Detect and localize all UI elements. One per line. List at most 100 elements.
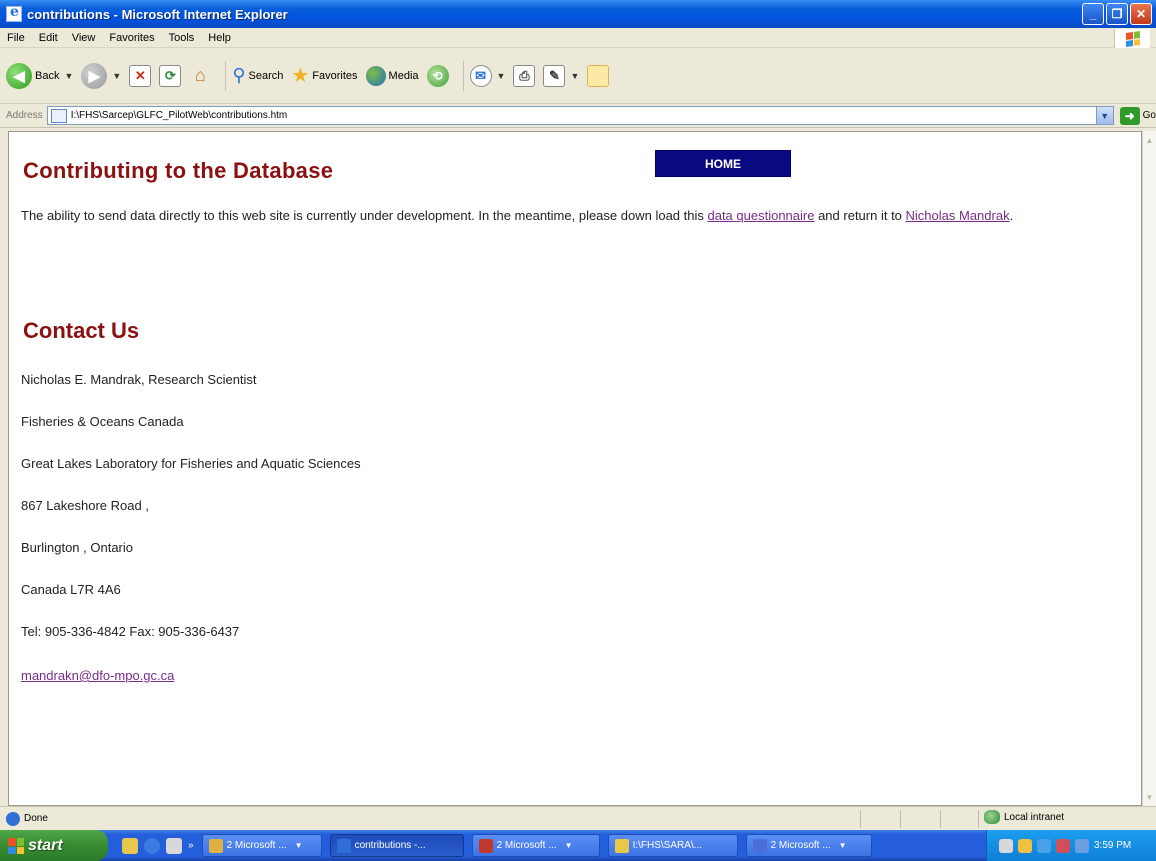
windows-flag-icon (8, 838, 24, 854)
print-icon: ⎙ (513, 64, 536, 87)
menu-favorites[interactable]: Favorites (102, 32, 161, 44)
task-label: 2 Microsoft ... (496, 840, 557, 851)
task-icon (614, 838, 629, 853)
tray-messenger-icon[interactable] (1075, 838, 1089, 853)
contact-line: Tel: 905-336-4842 Fax: 905-336-6437 (21, 624, 240, 639)
menu-bar: File Edit View Favorites Tools Help (0, 28, 1156, 48)
minimize-button[interactable]: _ (1082, 3, 1104, 25)
edit-dropdown-icon[interactable]: ▼ (570, 71, 579, 81)
questionnaire-link[interactable]: data questionnaire (707, 208, 814, 223)
go-button[interactable]: ➜ Go (1119, 106, 1156, 125)
page-heading: Contributing to the Database (23, 158, 334, 183)
edit-icon: ✎ (543, 64, 566, 87)
status-left: Done (0, 811, 48, 826)
address-url[interactable]: I:\FHS\Sarcep\GLFC_PilotWeb\contribution… (71, 110, 288, 121)
menu-view[interactable]: View (65, 32, 103, 44)
discuss-button[interactable] (587, 64, 610, 87)
mail-button[interactable]: ✉ ▼ (469, 64, 506, 87)
mandrak-link[interactable]: Nicholas Mandrak (906, 208, 1010, 223)
intro-text-middle: and return it to (814, 208, 906, 223)
go-arrow-icon: ➜ (1119, 106, 1140, 125)
tray-monitor-icon[interactable] (1037, 838, 1051, 853)
stop-button[interactable]: ✕ (129, 64, 152, 87)
address-input[interactable]: I:\FHS\Sarcep\GLFC_PilotWeb\contribution… (46, 106, 1114, 125)
print-button[interactable]: ⎙ (513, 64, 536, 87)
home-toolbar-button[interactable]: ⌂ (189, 65, 211, 87)
refresh-button[interactable]: ⟳ (159, 64, 182, 87)
task-button-active[interactable]: contributions -... (329, 834, 464, 857)
title-bar[interactable]: contributions - Microsoft Internet Explo… (0, 0, 1156, 28)
windows-logo-icon (1114, 29, 1150, 48)
tray-app-icon[interactable] (1018, 838, 1032, 853)
mail-dropdown-icon[interactable]: ▼ (497, 71, 506, 81)
task-dropdown-icon: ▼ (838, 841, 847, 850)
email-link[interactable]: mandrakn@dfo-mpo.gc.ca (21, 668, 174, 683)
scroll-down-icon[interactable]: ▼ (1143, 790, 1156, 804)
status-divider (978, 810, 979, 828)
task-dropdown-icon: ▼ (294, 841, 303, 850)
maximize-button[interactable]: ❐ (1106, 3, 1128, 25)
window-controls: _ ❐ ✕ (1082, 3, 1152, 25)
forward-button[interactable]: ▶ ▼ (81, 62, 121, 89)
address-bar: Address I:\FHS\Sarcep\GLFC_PilotWeb\cont… (0, 104, 1156, 128)
contact-line: Burlington , Ontario (21, 540, 134, 555)
back-dropdown-icon[interactable]: ▼ (64, 71, 73, 81)
contact-line: Nicholas E. Mandrak, Research Scientist (21, 372, 257, 387)
contact-heading: Contact Us (23, 318, 140, 343)
ie-window: contributions - Microsoft Internet Explo… (0, 0, 1156, 861)
tray-network-icon[interactable] (999, 838, 1013, 853)
menu-file[interactable]: File (0, 32, 32, 44)
task-button[interactable]: 2 Microsoft ... ▼ (471, 834, 600, 857)
menu-edit[interactable]: Edit (32, 32, 65, 44)
task-icon (336, 838, 351, 853)
stop-icon: ✕ (129, 64, 152, 87)
media-button[interactable]: Media (365, 65, 419, 86)
app-icon[interactable] (166, 837, 182, 854)
task-button[interactable]: 2 Microsoft ... ▼ (201, 834, 322, 857)
search-button[interactable]: ⚲ Search (232, 65, 283, 86)
edit-button[interactable]: ✎ ▼ (543, 64, 579, 87)
task-label: 2 Microsoft ... (226, 840, 287, 851)
media-label: Media (388, 69, 419, 82)
status-divider (900, 810, 901, 828)
ie-quicklaunch-icon[interactable] (144, 837, 160, 854)
refresh-icon: ⟳ (159, 64, 182, 87)
home-link-button[interactable]: HOME (655, 150, 791, 177)
page-icon (50, 108, 67, 123)
vertical-scrollbar[interactable]: ▲ ▼ (1142, 131, 1156, 806)
back-label: Back (35, 69, 60, 82)
toolbar-separator (225, 60, 227, 91)
back-button[interactable]: ◀ Back ▼ (6, 62, 73, 89)
scroll-up-icon[interactable]: ▲ (1143, 133, 1156, 147)
contact-line: Fisheries & Oceans Canada (21, 414, 184, 429)
task-button[interactable]: I:\FHS\SARA\... (607, 834, 738, 857)
zone-indicator: Local intranet (984, 810, 1064, 824)
quick-launch-more-icon[interactable]: » (188, 840, 194, 851)
forward-arrow-icon: ▶ (81, 62, 108, 89)
task-label: I:\FHS\SARA\... (632, 840, 703, 851)
note-icon (587, 64, 610, 87)
address-label: Address (6, 110, 43, 121)
favorites-button[interactable]: ★ Favorites (291, 63, 357, 88)
history-icon: ⟲ (426, 64, 449, 87)
toolbar-separator (462, 60, 464, 91)
history-button[interactable]: ⟲ (426, 64, 449, 87)
clock: 3:59 PM (1094, 840, 1132, 851)
standard-toolbar: ◀ Back ▼ ▶ ▼ ✕ ⟳ ⌂ ⚲ Search ★ Favorites … (0, 48, 1156, 104)
mail-icon: ✉ (469, 64, 492, 87)
window-title: contributions - Microsoft Internet Explo… (27, 6, 288, 22)
close-button[interactable]: ✕ (1130, 3, 1152, 25)
star-icon: ★ (291, 65, 310, 87)
folder-icon[interactable] (122, 837, 138, 854)
start-button[interactable]: start (0, 830, 108, 861)
status-text: Done (24, 813, 48, 824)
task-label: contributions -... (354, 840, 426, 851)
address-dropdown-icon[interactable]: ▼ (1095, 107, 1113, 124)
intro-text: The ability to send data directly to thi… (21, 208, 708, 223)
tray-security-icon[interactable] (1056, 838, 1070, 853)
menu-help[interactable]: Help (201, 32, 238, 44)
task-button[interactable]: 2 Microsoft ... ▼ (745, 834, 872, 857)
intranet-globe-icon (984, 810, 1000, 824)
forward-dropdown-icon[interactable]: ▼ (112, 71, 121, 81)
menu-tools[interactable]: Tools (162, 32, 202, 44)
